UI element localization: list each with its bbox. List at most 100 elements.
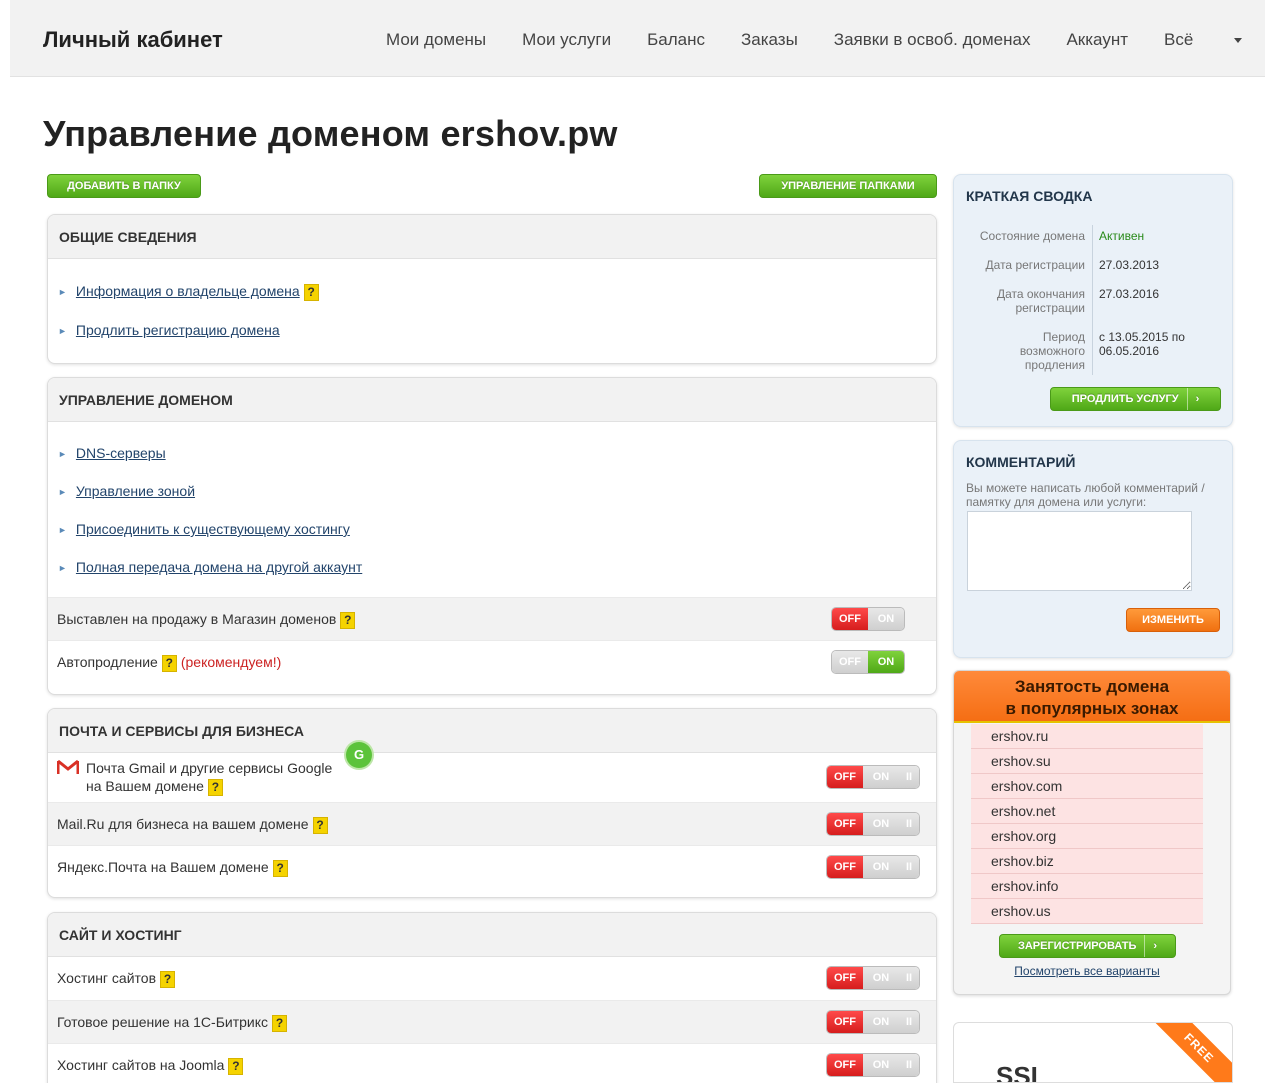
hosting-panel: САЙТ И ХОСТИНГ Хостинг сайтов? OFF ON II Г… [47, 912, 937, 1083]
ssl-promo-banner[interactable]: SSL FREE [953, 1022, 1233, 1083]
gmail-row: Почта Gmail и другие сервисы Google на В… [48, 753, 936, 802]
dns-servers-link[interactable]: DNS-серверы [76, 445, 166, 461]
list-item: ► Полная передача домена на другой аккаун… [58, 559, 362, 575]
register-button[interactable]: ЗАРЕГИСТРИРОВАТЬ › [999, 934, 1176, 958]
availability-title-line1: Занятость домена [1014, 677, 1170, 696]
main-nav: Мои домены Мои услуги Баланс Заказы Заяв… [386, 30, 1243, 50]
summary-title: КРАТКАЯ СВОДКА [966, 188, 1093, 204]
mailru-label: Mail.Ru для бизнеса на вашем домене [57, 816, 309, 832]
owner-info-link[interactable]: Информация о владельце домена [76, 283, 300, 299]
nav-my-services[interactable]: Мои услуги [522, 30, 611, 50]
divider [1092, 225, 1093, 375]
summary-panel: КРАТКАЯ СВОДКА Состояние домена Активен … [953, 174, 1233, 427]
panel-title: САЙТ И ХОСТИНГ [48, 913, 936, 957]
toggle-on-label: ON [868, 608, 904, 630]
free-ribbon: FREE [1140, 1023, 1232, 1082]
page-title: Управление доменом ershov.pw [43, 113, 618, 154]
help-icon[interactable]: ? [303, 283, 319, 301]
list-item[interactable]: ershov.com [971, 774, 1203, 799]
bullet-icon: ► [58, 326, 67, 337]
toggle-off-label: OFF [832, 651, 868, 673]
google-leaf-icon: G [346, 742, 372, 768]
general-info-panel: ОБЩИЕ СВЕДЕНИЯ ► Информация о владельце д… [47, 214, 937, 364]
bitrix-toggle[interactable]: OFF ON II [827, 1011, 919, 1033]
joomla-row: Хостинг сайтов на Joomla? OFF ON II [48, 1043, 936, 1083]
list-item[interactable]: ershov.su [971, 749, 1203, 774]
help-icon[interactable]: ? [272, 1014, 287, 1032]
mail-services-panel: ПОЧТА И СЕРВИСЫ ДЛЯ БИЗНЕСА Почта Gmail … [47, 708, 937, 898]
renew-service-label: ПРОДЛИТЬ УСЛУГУ [1071, 393, 1179, 405]
gmail-toggle[interactable]: OFF ON II [827, 766, 919, 788]
list-item[interactable]: ershov.biz [971, 849, 1203, 874]
renew-registration-link[interactable]: Продлить регистрацию домена [76, 322, 280, 338]
list-item: ► Продлить регистрацию домена [58, 322, 280, 338]
brand-title[interactable]: Личный кабинет [43, 27, 223, 53]
help-icon[interactable]: ? [160, 970, 176, 988]
toggle-on-label: ON [863, 967, 899, 989]
change-comment-button[interactable]: ИЗМЕНИТЬ [1126, 608, 1220, 632]
list-item[interactable]: ershov.net [971, 799, 1203, 824]
add-to-folder-button[interactable]: ДОБАВИТЬ В ПАПКУ [47, 174, 201, 198]
toggle-off-label: OFF [827, 766, 863, 788]
help-icon[interactable]: ? [228, 1057, 244, 1075]
help-icon[interactable]: ? [340, 611, 356, 629]
gmail-icon [57, 759, 79, 774]
reg-date-value: 27.03.2013 [1099, 258, 1160, 272]
toggle-off-label: OFF [827, 1054, 863, 1076]
domain-availability-panel: Занятость домена в популярных зонах ersh… [953, 670, 1231, 995]
top-navbar: Личный кабинет Мои домены Мои услуги Бал… [10, 0, 1265, 77]
yandex-toggle[interactable]: OFF ON II [827, 856, 919, 878]
domain-zone-list: ershov.ru ershov.su ershov.com ershov.ne… [971, 724, 1203, 924]
exp-date-label: Дата окончания регистрации [996, 287, 1085, 315]
arrow-right-icon: › [1144, 935, 1157, 957]
for-sale-label: Выставлен на продажу в Магазин доменов [57, 611, 337, 627]
comment-title: КОММЕНТАРИЙ [966, 454, 1076, 470]
toggle-off-label: OFF [827, 813, 863, 835]
nav-my-domains[interactable]: Мои домены [386, 30, 486, 50]
zone-management-link[interactable]: Управление зоной [76, 483, 195, 499]
full-transfer-link[interactable]: Полная передача домена на другой аккаунт [76, 559, 362, 575]
help-icon[interactable]: ? [272, 859, 288, 877]
joomla-toggle[interactable]: OFF ON II [827, 1054, 919, 1076]
comment-hint: Вы можете написать любой комментарий / п… [966, 481, 1205, 509]
reg-date-label: Дата регистрации [985, 258, 1085, 272]
domain-management-panel: УПРАВЛЕНИЕ ДОМЕНОМ ► DNS-серверы ► Управле… [47, 377, 937, 695]
help-icon[interactable]: ? [312, 816, 328, 834]
help-icon[interactable]: ? [161, 654, 177, 672]
comment-textarea[interactable] [967, 511, 1192, 591]
nav-orders[interactable]: Заказы [741, 30, 798, 50]
bitrix-label: Готовое решение на 1С-Битрикс [57, 1014, 268, 1030]
hosting-row: Хостинг сайтов? OFF ON II [48, 957, 936, 1000]
nav-all-dropdown[interactable]: Всё [1164, 30, 1243, 50]
toggle-on-label: ON [863, 1054, 899, 1076]
nav-balance[interactable]: Баланс [647, 30, 705, 50]
list-item[interactable]: ershov.ru [971, 724, 1203, 749]
bullet-icon: ► [58, 563, 67, 574]
list-item[interactable]: ershov.us [971, 899, 1203, 924]
renew-service-button[interactable]: ПРОДЛИТЬ УСЛУГУ › [1050, 387, 1221, 411]
nav-account[interactable]: Аккаунт [1066, 30, 1128, 50]
autorenew-label: Автопродление [57, 654, 158, 670]
list-item: ► Присоединить к существующему хостингу [58, 521, 350, 537]
yandex-row: Яндекс.Почта на Вашем домене? OFF ON II [48, 845, 936, 888]
bullet-icon: ► [58, 525, 67, 536]
toggle-handle: II [899, 1011, 919, 1033]
autorenew-toggle[interactable]: OFF ON [832, 651, 904, 673]
for-sale-toggle[interactable]: OFF ON [832, 608, 904, 630]
toggle-off-label: OFF [827, 856, 863, 878]
list-item[interactable]: ershov.org [971, 824, 1203, 849]
list-item: ► Управление зоной [58, 483, 195, 499]
nav-released-domain-requests[interactable]: Заявки в освоб. доменах [834, 30, 1031, 50]
hosting-toggle[interactable]: OFF ON II [827, 967, 919, 989]
renew-period-value: с 13.05.2015 по 06.05.2016 [1099, 330, 1185, 358]
manage-folders-button[interactable]: УПРАВЛЕНИЕ ПАПКАМИ [759, 174, 937, 198]
panel-title: ОБЩИЕ СВЕДЕНИЯ [48, 215, 936, 259]
availability-title: Занятость домена в популярных зонах [954, 671, 1230, 723]
list-item[interactable]: ershov.info [971, 874, 1203, 899]
help-icon[interactable]: ? [207, 778, 223, 796]
toggle-handle: II [899, 813, 919, 835]
register-label: ЗАРЕГИСТРИРОВАТЬ [1017, 940, 1137, 952]
all-options-link[interactable]: Посмотреть все варианты [954, 964, 1220, 978]
attach-hosting-link[interactable]: Присоединить к существующему хостингу [76, 521, 350, 537]
mailru-toggle[interactable]: OFF ON II [827, 813, 919, 835]
